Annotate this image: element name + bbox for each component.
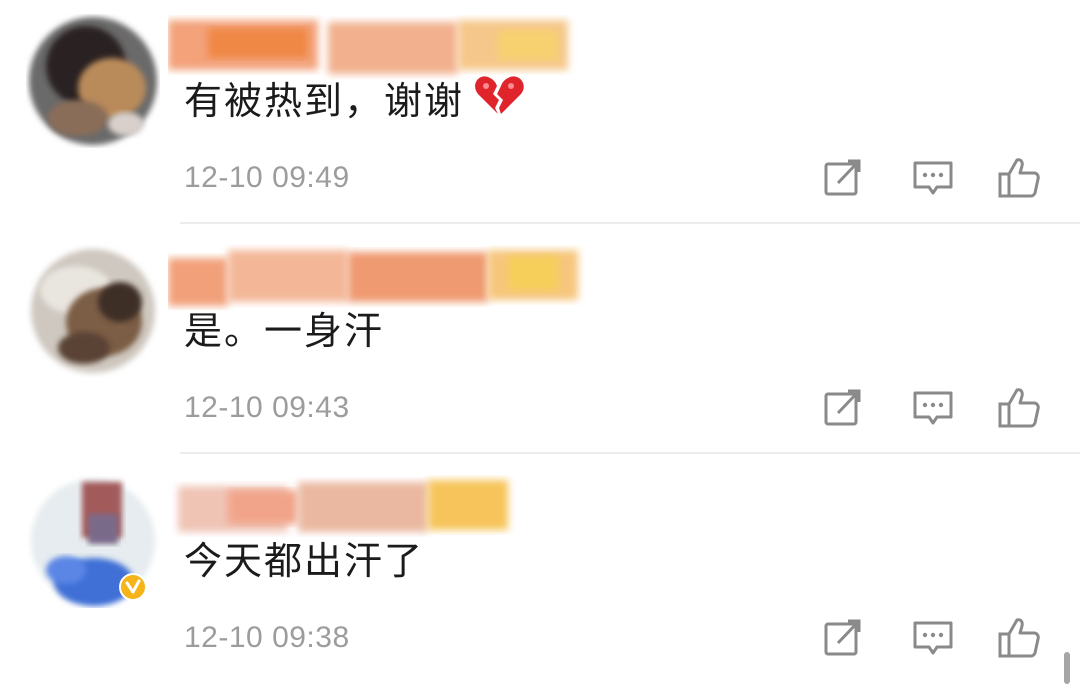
reply-button[interactable]: [910, 156, 956, 200]
divider: [180, 452, 1080, 454]
comment-item[interactable]: 是。一身汗 12-10 09:43: [0, 230, 1080, 460]
divider: [180, 222, 1080, 224]
username-obscured[interactable]: [168, 10, 588, 80]
thumbs-up-icon: [998, 388, 1040, 428]
comment-text: 今天都出汗了: [184, 539, 425, 583]
username-obscured[interactable]: [168, 240, 588, 310]
comment-time: 12-10 09:38: [184, 621, 350, 654]
broken-heart-icon: [474, 74, 524, 128]
comment-icon: [913, 391, 953, 425]
thumbs-up-icon: [998, 618, 1040, 658]
comment-time: 12-10 09:49: [184, 161, 350, 194]
comment-text-content: 有被热到，谢谢: [184, 79, 465, 123]
like-button[interactable]: [996, 386, 1042, 430]
comment-text: 是。一身汗: [184, 309, 385, 353]
repost-icon: [824, 159, 861, 196]
comment-item[interactable]: 有被热到，谢谢 12-10 09:49: [0, 0, 1080, 230]
verified-badge-icon: [119, 573, 147, 601]
comment-text: 有被热到，谢谢: [184, 75, 524, 128]
repost-button[interactable]: [820, 386, 866, 430]
comment-item[interactable]: 今天都出汗了 12-10 09:38: [0, 460, 1080, 690]
comment-icon: [913, 621, 953, 655]
scrollbar[interactable]: [1064, 652, 1070, 684]
like-button[interactable]: [996, 156, 1042, 200]
like-button[interactable]: [996, 616, 1042, 660]
thumbs-up-icon: [998, 158, 1040, 198]
repost-icon: [824, 389, 861, 426]
repost-button[interactable]: [820, 616, 866, 660]
username-obscured[interactable]: [168, 470, 588, 540]
avatar[interactable]: [26, 474, 160, 608]
repost-button[interactable]: [820, 156, 866, 200]
avatar[interactable]: [26, 14, 160, 148]
comment-time: 12-10 09:43: [184, 391, 350, 424]
comment-icon: [913, 161, 953, 195]
reply-button[interactable]: [910, 386, 956, 430]
repost-icon: [824, 619, 861, 656]
reply-button[interactable]: [910, 616, 956, 660]
avatar[interactable]: [26, 244, 160, 378]
